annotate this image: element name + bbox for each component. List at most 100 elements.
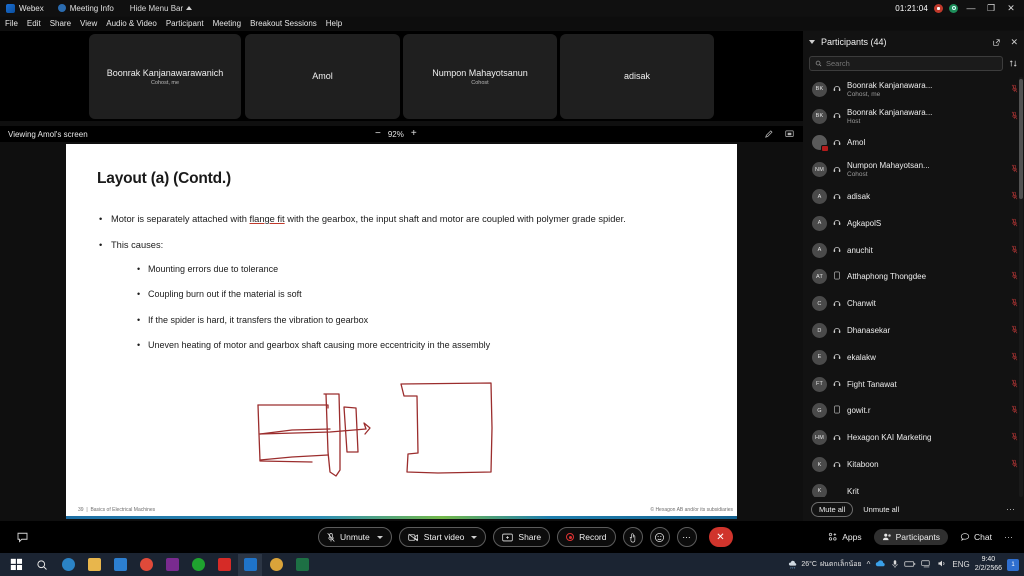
menu-item-file[interactable]: File xyxy=(5,19,18,28)
taskbar-app-webex-icon[interactable] xyxy=(238,553,262,576)
muted-microphone-icon[interactable] xyxy=(1011,432,1018,443)
muted-microphone-icon[interactable] xyxy=(1011,191,1018,202)
participant-row[interactable]: HM Hexagon KAI Marketing xyxy=(803,424,1024,451)
muted-microphone-icon[interactable] xyxy=(1011,271,1018,282)
participants-more-button[interactable]: ⋯ xyxy=(1006,504,1016,515)
zoom-out-button[interactable]: − xyxy=(375,129,381,139)
chat-bubble-icon[interactable] xyxy=(12,528,32,546)
menu-item-edit[interactable]: Edit xyxy=(27,19,41,28)
participant-row[interactable]: NM Numpon Mahayotsan... Cohost xyxy=(803,156,1024,183)
hide-menu-bar-button[interactable]: Hide Menu Bar xyxy=(130,4,193,13)
close-button[interactable]: ✕ xyxy=(1004,1,1018,15)
windows-start-icon[interactable] xyxy=(4,554,28,576)
muted-microphone-icon[interactable] xyxy=(1011,352,1018,363)
network-indicator-icon[interactable] xyxy=(949,3,958,13)
muted-microphone-icon[interactable] xyxy=(1011,325,1018,336)
taskbar-app-line-icon[interactable] xyxy=(186,554,210,576)
participant-row[interactable]: Aadisak xyxy=(803,183,1024,210)
participant-row[interactable]: AT Atthaphong Thongdee xyxy=(803,264,1024,291)
muted-microphone-icon[interactable] xyxy=(1011,379,1018,390)
muted-microphone-icon[interactable] xyxy=(1011,218,1018,229)
video-tile-1[interactable]: Amol xyxy=(245,34,400,119)
menu-item-breakout-sessions[interactable]: Breakout Sessions xyxy=(250,19,317,28)
emoji-button[interactable] xyxy=(649,527,670,547)
tray-expand-icon[interactable]: ^ xyxy=(867,560,871,569)
control-bar-more-button[interactable]: ⋯ xyxy=(1004,532,1016,543)
participant-row[interactable]: Eekalakw xyxy=(803,344,1024,371)
participant-row[interactable]: BK Boonrak Kanjanawara... Host xyxy=(803,103,1024,130)
weather-widget[interactable]: 26°C ฝนตกเล็กน้อย xyxy=(788,559,862,570)
taskbar-app-file-explorer-icon[interactable] xyxy=(82,554,106,576)
minimize-button[interactable]: — xyxy=(964,1,978,15)
chevron-down-icon[interactable] xyxy=(471,535,478,539)
menu-item-view[interactable]: View xyxy=(80,19,97,28)
zoom-in-button[interactable]: + xyxy=(411,129,417,139)
taskbar-search-icon[interactable] xyxy=(30,554,54,576)
muted-microphone-icon[interactable] xyxy=(1011,459,1018,470)
participants-scrollbar-thumb[interactable] xyxy=(1019,79,1023,199)
participant-row[interactable]: BK Boonrak Kanjanawara... Cohost, me xyxy=(803,76,1024,103)
menu-item-share[interactable]: Share xyxy=(50,19,71,28)
unmute-button[interactable]: Unmute xyxy=(318,527,392,547)
close-icon[interactable]: ✕ xyxy=(1010,37,1018,48)
end-meeting-button[interactable]: ✕ xyxy=(708,527,733,547)
taskbar-app-kmplayer-icon[interactable] xyxy=(264,554,288,576)
sort-icon[interactable] xyxy=(1009,59,1018,68)
chat-button[interactable]: Chat xyxy=(952,529,1000,545)
participant-row[interactable]: C Chanwit xyxy=(803,290,1024,317)
video-tile-3[interactable]: adisak xyxy=(560,34,714,119)
tray-language-indicator[interactable]: ENG xyxy=(952,560,969,569)
taskbar-app-acrobat-icon[interactable] xyxy=(212,554,236,576)
search-input[interactable] xyxy=(826,58,997,68)
tray-network-icon[interactable] xyxy=(921,559,932,570)
maximize-button[interactable]: ❐ xyxy=(984,1,998,15)
record-button[interactable]: Record xyxy=(557,527,616,547)
tray-microphone-icon[interactable] xyxy=(891,559,899,571)
meeting-info-button[interactable]: Meeting Info xyxy=(44,4,114,13)
menu-item-help[interactable]: Help xyxy=(326,19,342,28)
muted-microphone-icon[interactable] xyxy=(1011,245,1018,256)
start-video-button[interactable]: Start video xyxy=(398,527,487,547)
unmute-all-button[interactable]: Unmute all xyxy=(863,505,899,514)
menu-item-participant[interactable]: Participant xyxy=(166,19,204,28)
reactions-button[interactable] xyxy=(622,527,643,547)
notification-center-icon[interactable]: 1 xyxy=(1007,558,1019,571)
menu-item-meeting[interactable]: Meeting xyxy=(213,19,241,28)
taskbar-app-chrome-icon[interactable] xyxy=(134,554,158,576)
video-tile-0[interactable]: Boonrak Kanjanawarawanich Cohost, me xyxy=(89,34,241,119)
search-box[interactable] xyxy=(809,55,1003,71)
participant-row[interactable]: Amol xyxy=(803,130,1024,157)
mute-all-button[interactable]: Mute all xyxy=(811,501,854,517)
taskbar-app-onenote-icon[interactable] xyxy=(160,554,184,576)
taskbar-app-excel-icon[interactable] xyxy=(290,554,314,576)
participant-row[interactable]: A AgkapolS xyxy=(803,210,1024,237)
recording-indicator-icon[interactable] xyxy=(934,3,943,13)
participant-row[interactable]: K Kitaboon xyxy=(803,451,1024,478)
participants-list[interactable]: BK Boonrak Kanjanawara... Cohost, me BK Boon… xyxy=(803,76,1024,500)
muted-microphone-icon[interactable] xyxy=(1011,298,1018,309)
more-options-button[interactable]: ⋯ xyxy=(676,527,697,547)
tray-battery-icon[interactable] xyxy=(904,560,916,570)
popout-icon[interactable] xyxy=(992,38,1001,47)
participant-row[interactable]: Aanuchit xyxy=(803,237,1024,264)
participants-button[interactable]: Participants xyxy=(873,529,949,545)
taskbar-app-edge-icon[interactable] xyxy=(56,554,80,576)
tray-volume-icon[interactable] xyxy=(937,559,947,570)
apps-button[interactable]: Apps xyxy=(820,529,869,545)
participant-row[interactable]: FT Fight Tanawat xyxy=(803,371,1024,398)
shared-slide[interactable]: Layout (a) (Contd.) • Motor is separatel… xyxy=(66,144,737,519)
muted-microphone-icon[interactable] xyxy=(1011,164,1018,175)
chevron-down-icon[interactable] xyxy=(809,40,815,44)
taskbar-app-mail-icon[interactable] xyxy=(108,554,132,576)
muted-microphone-icon[interactable] xyxy=(1011,84,1018,95)
tray-onedrive-icon[interactable] xyxy=(875,559,886,570)
participant-row[interactable]: D Dhanasekar xyxy=(803,317,1024,344)
annotate-icon[interactable] xyxy=(764,129,775,139)
video-tile-2[interactable]: Numpon Mahayotsanun Cohost xyxy=(403,34,557,119)
muted-microphone-icon[interactable] xyxy=(1011,111,1018,122)
share-button[interactable]: Share xyxy=(493,527,551,547)
participant-row[interactable]: Ggowit.r xyxy=(803,398,1024,425)
chevron-down-icon[interactable] xyxy=(376,535,383,539)
menu-item-audio-video[interactable]: Audio & Video xyxy=(106,19,157,28)
muted-microphone-icon[interactable] xyxy=(1011,405,1018,416)
